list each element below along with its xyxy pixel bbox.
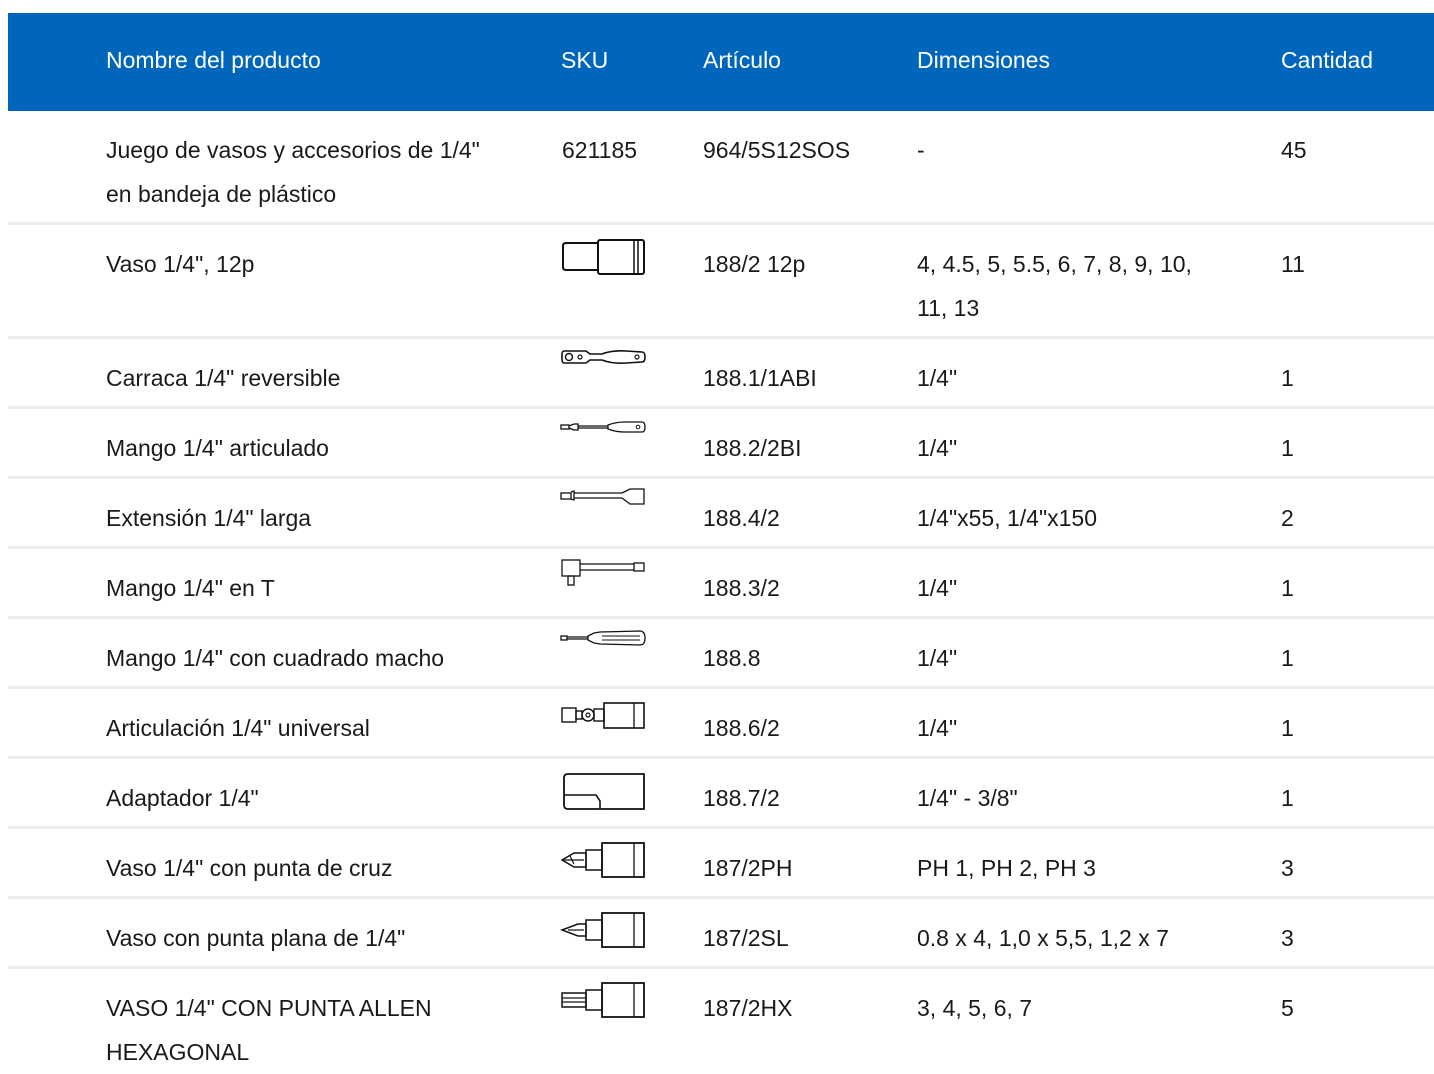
row-name: Vaso 1/4", 12p <box>106 251 255 277</box>
header-sku: SKU <box>561 47 609 73</box>
row-quantity: 1 <box>1281 365 1294 391</box>
row-article: 187/2HX <box>703 995 793 1021</box>
row-article: 188.7/2 <box>703 785 780 811</box>
table-header: Nombre del producto SKU Artículo Dimensi… <box>8 13 1434 111</box>
header-name: Nombre del producto <box>106 47 321 73</box>
row-article: 188.3/2 <box>703 575 780 601</box>
socket-icon <box>560 235 646 279</box>
table-row: Mango 1/4" con cuadrado macho 188.8 1/4"… <box>8 619 1434 689</box>
table-row: Extensión 1/4" larga 188.4/2 1/4"x55, 1/… <box>8 479 1434 549</box>
table-row: Carraca 1/4" reversible 188.1/1ABI 1/4" … <box>8 339 1434 409</box>
t-handle-icon <box>560 557 646 591</box>
table-row: Vaso 1/4", 12p 188/2 12p 4, 4.5, 5, 5.5,… <box>8 225 1434 339</box>
table-row: Vaso 1/4" con punta de cruz 187/2PH PH 1… <box>8 829 1434 899</box>
row-quantity: 2 <box>1281 505 1294 531</box>
row-name: VASO 1/4" CON PUNTA ALLEN HEXAGONAL <box>106 995 432 1065</box>
row-article: 187/2SL <box>703 925 789 951</box>
adapter-icon <box>560 771 646 813</box>
row-quantity: 3 <box>1281 925 1294 951</box>
slotted-bit-socket-icon <box>560 910 646 950</box>
row-quantity: 5 <box>1281 995 1294 1021</box>
table-row: Mango 1/4" en T 188.3/2 1/4" 1 <box>8 549 1434 619</box>
row-article: 188.4/2 <box>703 505 780 531</box>
table-row: VASO 1/4" CON PUNTA ALLEN HEXAGONAL 187/… <box>8 969 1434 1073</box>
row-dimensions: 4, 4.5, 5, 5.5, 6, 7, 8, 9, 10, 11, 13 <box>917 251 1192 321</box>
row-dimensions: 1/4" <box>917 645 958 671</box>
row-dimensions: 1/4" <box>917 365 958 391</box>
row-dimensions: 1/4" <box>917 575 958 601</box>
header-dimensions: Dimensiones <box>917 47 1050 73</box>
row-article: 187/2PH <box>703 855 793 881</box>
table-row: Articulación 1/4" universal 188.6/2 1/4"… <box>8 689 1434 759</box>
table-row: Mango 1/4" articulado 188.2/2BI 1/4" 1 <box>8 409 1434 479</box>
row-dimensions: - <box>917 137 925 163</box>
row-name: Articulación 1/4" universal <box>106 715 370 741</box>
row-dimensions: 0.8 x 4, 1,0 x 5,5, 1,2 x 7 <box>917 925 1169 951</box>
row-quantity: 1 <box>1281 435 1294 461</box>
row-name: Extensión 1/4" larga <box>106 505 312 531</box>
row-quantity: 3 <box>1281 855 1294 881</box>
row-article: 188.2/2BI <box>703 435 802 461</box>
row-name: Mango 1/4" en T <box>106 575 275 601</box>
ratchet-icon <box>560 347 646 367</box>
row-article: 188/2 12p <box>703 251 806 277</box>
row-article: 188.1/1ABI <box>703 365 817 391</box>
row-article: 964/5S12SOS <box>703 137 851 163</box>
row-dimensions: 3, 4, 5, 6, 7 <box>917 995 1033 1021</box>
phillips-bit-socket-icon <box>560 840 646 880</box>
row-article: 188.6/2 <box>703 715 780 741</box>
row-dimensions: PH 1, PH 2, PH 3 <box>917 855 1096 881</box>
screwdriver-handle-icon <box>560 628 646 648</box>
row-quantity: 45 <box>1281 137 1307 163</box>
row-dimensions: 1/4" <box>917 715 958 741</box>
row-name: Vaso 1/4" con punta de cruz <box>106 855 393 881</box>
row-name: Mango 1/4" articulado <box>106 435 329 461</box>
row-quantity: 1 <box>1281 785 1294 811</box>
universal-joint-icon <box>560 700 646 732</box>
extension-bar-icon <box>560 487 646 509</box>
row-dimensions: 1/4"x55, 1/4"x150 <box>917 505 1098 531</box>
row-name: Mango 1/4" con cuadrado macho <box>106 645 445 671</box>
table-row: Adaptador 1/4" 188.7/2 1/4" - 3/8" 1 <box>8 759 1434 829</box>
row-dimensions: 1/4" - 3/8" <box>917 785 1018 811</box>
row-sku: 621185 <box>562 137 638 163</box>
row-article: 188.8 <box>703 645 761 671</box>
row-dimensions: 1/4" <box>917 435 958 461</box>
row-quantity: 1 <box>1281 575 1294 601</box>
header-article: Artículo <box>703 47 781 73</box>
parts-table: Nombre del producto SKU Artículo Dimensi… <box>8 13 1434 1073</box>
row-quantity: 11 <box>1281 251 1305 277</box>
row-name: Juego de vasos y accesorios de 1/4" en b… <box>106 137 480 207</box>
hex-bit-socket-icon <box>560 980 646 1020</box>
row-name: Adaptador 1/4" <box>106 785 259 811</box>
table-row: Vaso con punta plana de 1/4" 187/2SL 0.8… <box>8 899 1434 969</box>
row-quantity: 1 <box>1281 645 1294 671</box>
hinged-handle-icon <box>560 419 646 435</box>
table-row: Juego de vasos y accesorios de 1/4" en b… <box>8 111 1434 225</box>
row-quantity: 1 <box>1281 715 1294 741</box>
row-name: Carraca 1/4" reversible <box>106 365 341 391</box>
row-name: Vaso con punta plana de 1/4" <box>106 925 406 951</box>
header-quantity: Cantidad <box>1281 47 1374 73</box>
